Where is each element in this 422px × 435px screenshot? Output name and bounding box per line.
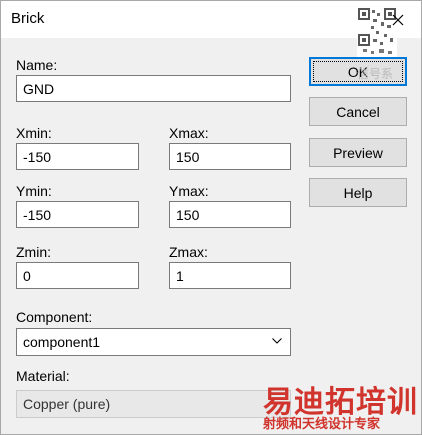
brick-dialog: Brick Name: GND Xmin: -150 Xmax: 150 Ymi… xyxy=(0,0,422,435)
name-input[interactable] xyxy=(16,75,291,102)
watermark-faint-text: 信号系 xyxy=(357,67,394,81)
dialog-title: Brick xyxy=(11,10,45,27)
ymax-input[interactable] xyxy=(169,201,291,228)
close-button[interactable] xyxy=(375,1,421,38)
ymin-input[interactable] xyxy=(16,201,139,228)
xmax-input[interactable] xyxy=(169,143,291,170)
help-button-label: Help xyxy=(343,184,373,201)
close-icon xyxy=(392,14,404,25)
component-label: Component: xyxy=(16,309,93,325)
chevron-down-icon xyxy=(272,338,282,344)
material-select[interactable]: Copper (pure) xyxy=(16,390,291,418)
zmin-label: Zmin: xyxy=(16,244,51,260)
ymin-label: Ymin: xyxy=(16,183,52,199)
help-button[interactable]: Help xyxy=(309,178,407,207)
title-bar[interactable]: Brick xyxy=(1,1,421,59)
preview-button[interactable]: Preview xyxy=(309,138,407,167)
xmax-label: Xmax: xyxy=(169,125,209,141)
zmin-input[interactable] xyxy=(16,262,139,289)
name-label: Name: xyxy=(16,57,58,73)
material-value: Copper (pure) xyxy=(23,396,111,412)
zmax-input[interactable] xyxy=(169,262,291,289)
cancel-button[interactable]: Cancel xyxy=(309,97,407,126)
xmin-input[interactable] xyxy=(16,143,139,170)
ymax-label: Ymax: xyxy=(169,183,209,199)
preview-button-label: Preview xyxy=(333,144,383,161)
material-label: Material: xyxy=(16,368,70,384)
zmax-label: Zmax: xyxy=(169,244,208,260)
cancel-button-label: Cancel xyxy=(336,103,380,120)
component-value: component1 xyxy=(23,334,101,350)
xmin-label: Xmin: xyxy=(16,125,52,141)
watermark-tagline: 射频和天线设计专家 xyxy=(263,416,381,431)
component-select[interactable]: component1 xyxy=(16,328,291,356)
